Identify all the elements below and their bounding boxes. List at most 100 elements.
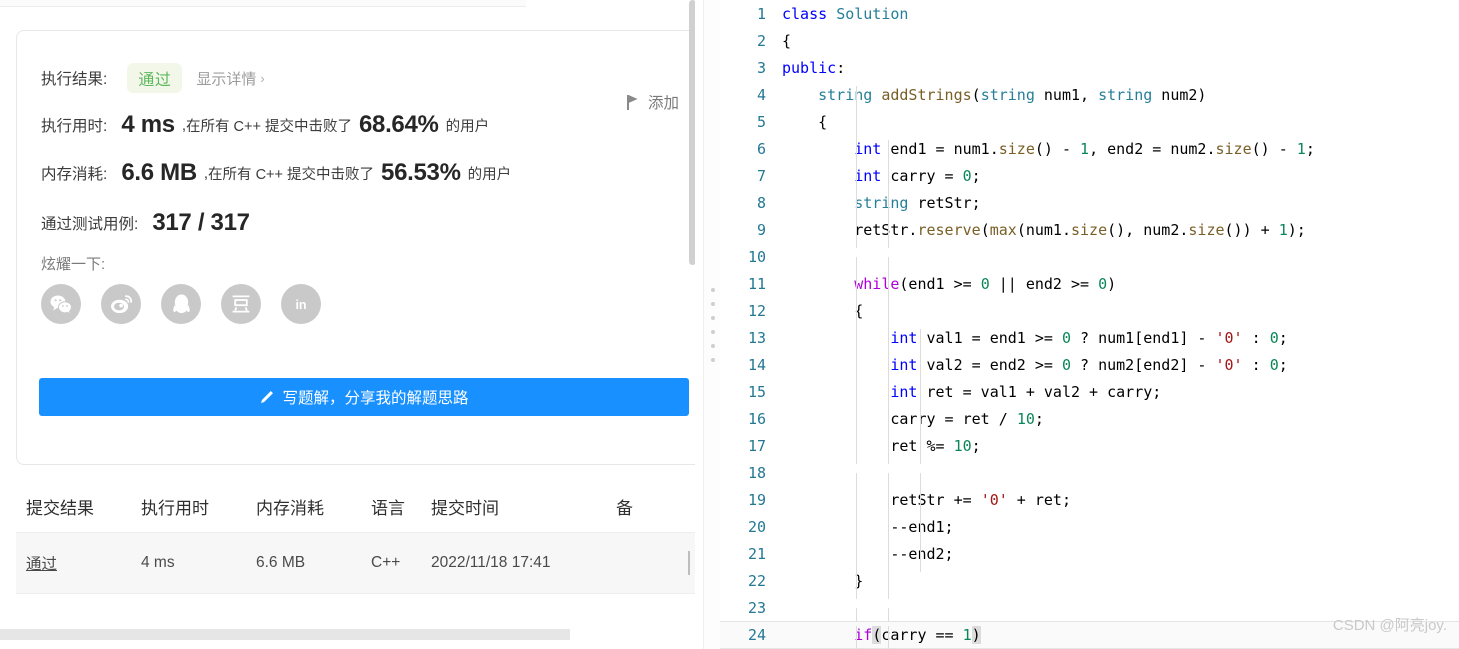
code-text[interactable]: string addStrings(string num1, string nu… xyxy=(782,85,1459,113)
code-token: (num1. xyxy=(1016,220,1071,239)
code-text[interactable]: int carry = 0; xyxy=(782,166,1459,194)
result-panel: 执行结果: 通过 显示详情 › 添加 执行用时: 4 ms , 在所有 C++ … xyxy=(0,0,695,649)
drag-dot xyxy=(710,301,715,306)
code-token: : xyxy=(1242,355,1270,374)
linkedin-icon[interactable]: in xyxy=(281,284,321,324)
code-line[interactable]: 13 int val1 = end1 >= 0 ? num1[end1] - '… xyxy=(720,324,1459,356)
line-number: 15 xyxy=(747,382,766,401)
code-line[interactable]: 1 class Solution xyxy=(720,0,1459,27)
code-token: 10 xyxy=(1016,409,1035,428)
code-text[interactable]: --end2; xyxy=(782,544,1459,572)
code-token: while xyxy=(854,274,900,293)
code-token: : xyxy=(1242,328,1270,347)
code-text[interactable]: { xyxy=(782,301,1459,329)
line-number: 19 xyxy=(747,490,766,509)
code-text[interactable]: string retStr; xyxy=(782,193,1459,221)
line-number: 21 xyxy=(747,544,766,563)
code-token: (), num2. xyxy=(1107,220,1189,239)
cell-time: 2022/11/18 17:41 xyxy=(431,554,551,571)
table-row[interactable]: 通过 4 ms 6.6 MB C++ 2022/11/18 17:41 xyxy=(16,532,695,594)
code-line[interactable]: 6 int end1 = num1.size() - 1, end2 = num… xyxy=(720,135,1459,167)
code-line[interactable]: 14 int val2 = end2 >= 0 ? num2[end2] - '… xyxy=(720,351,1459,383)
testcases-row: 通过测试用例: 317 / 317 xyxy=(41,209,250,237)
flag-icon xyxy=(627,94,640,110)
code-text[interactable]: --end1; xyxy=(782,517,1459,545)
code-editor[interactable]: 1 class Solution 2{3 public: 4 string addStr… xyxy=(720,0,1459,649)
chevron-right-icon[interactable]: › xyxy=(260,71,264,86)
code-text[interactable]: while(end1 >= 0 || end2 >= 0) xyxy=(782,274,1459,302)
svg-text:in: in xyxy=(295,298,306,312)
code-token: (end1 >= xyxy=(899,274,981,293)
code-token: int xyxy=(854,139,882,158)
cell-result[interactable]: 通过 xyxy=(26,552,141,574)
indent-guide xyxy=(856,626,857,649)
code-line[interactable]: 18 xyxy=(720,459,1459,500)
line-number: 14 xyxy=(747,355,766,374)
code-text[interactable]: int val1 = end1 >= 0 ? num1[end1] - '0' … xyxy=(782,328,1459,356)
code-line[interactable]: 9 retStr.reserve(max(num1.size(), num2.s… xyxy=(720,216,1459,248)
runtime-value: 4 ms xyxy=(121,111,175,138)
leetcode-submission-page: 执行结果: 通过 显示详情 › 添加 执行用时: 4 ms , 在所有 C++ … xyxy=(0,0,1459,649)
write-solution-button[interactable]: 写题解，分享我的解题思路 xyxy=(39,378,689,416)
line-number: 6 xyxy=(756,139,766,158)
line-number: 9 xyxy=(756,220,766,239)
runtime-label: 执行用时: xyxy=(41,118,108,135)
testcases-label: 通过测试用例: xyxy=(41,216,139,233)
code-token: ); xyxy=(1287,220,1306,239)
code-line[interactable]: 3 public: xyxy=(720,54,1459,81)
code-text[interactable]: public: xyxy=(782,59,1459,77)
share-icon-group: in xyxy=(41,284,321,324)
indent-guide xyxy=(888,626,889,649)
qq-icon[interactable] xyxy=(161,284,201,324)
weibo-icon[interactable] xyxy=(101,284,141,324)
code-lines-container[interactable]: 1 class Solution 2{3 public: 4 string addStr… xyxy=(720,0,1459,649)
code-line[interactable]: 21 --end2; xyxy=(720,540,1459,572)
code-line[interactable]: 7 int carry = 0; xyxy=(720,162,1459,194)
code-text[interactable]: retStr.reserve(max(num1.size(), num2.siz… xyxy=(782,220,1459,248)
column-header-runtime: 执行用时 xyxy=(141,498,209,518)
code-text[interactable]: carry = ret / 10; xyxy=(782,409,1459,437)
code-line[interactable]: 8 string retStr; xyxy=(720,189,1459,221)
code-text[interactable]: int ret = val1 + val2 + carry; xyxy=(782,382,1459,410)
show-detail-link[interactable]: 显示详情 xyxy=(196,68,256,89)
wechat-icon[interactable] xyxy=(41,284,81,324)
left-panel-horizontal-scrollbar[interactable] xyxy=(0,629,570,640)
code-token: '0' xyxy=(1215,328,1243,347)
code-line[interactable]: 16 carry = ret / 10; xyxy=(720,405,1459,437)
code-text[interactable]: { xyxy=(782,112,1459,140)
code-text[interactable]: int end1 = num1.size() - 1, end2 = num2.… xyxy=(782,139,1459,167)
code-token: : xyxy=(836,58,846,77)
code-token: () - xyxy=(1251,139,1297,158)
code-text[interactable]: ret %= 10; xyxy=(782,436,1459,464)
code-text[interactable]: } xyxy=(782,571,1459,599)
memory-beat-prefix: 在所有 C++ 提交中击败了 xyxy=(208,166,375,183)
code-text[interactable]: int val2 = end2 >= 0 ? num2[end2] - '0' … xyxy=(782,355,1459,383)
code-line[interactable]: 20 --end1; xyxy=(720,513,1459,545)
code-line[interactable]: 2{ xyxy=(720,27,1459,54)
code-line[interactable]: 15 int ret = val1 + val2 + carry; xyxy=(720,378,1459,410)
code-token: ; xyxy=(1278,355,1288,374)
left-panel-vertical-scrollbar[interactable] xyxy=(689,0,695,265)
code-token: 0 xyxy=(1061,355,1071,374)
code-line[interactable]: 19 retStr += '0' + ret; xyxy=(720,486,1459,518)
submissions-table: 提交结果 执行用时 内存消耗 语言 提交时间 备 通过 4 ms 6.6 MB … xyxy=(16,480,695,594)
code-line[interactable]: 22 } xyxy=(720,567,1459,599)
panel-top-edge xyxy=(0,0,526,7)
add-note-button[interactable]: 添加 xyxy=(627,91,679,113)
code-token: val1 = end1 >= xyxy=(917,328,1062,347)
code-token: size xyxy=(1215,139,1252,158)
code-token: size xyxy=(1188,220,1225,239)
code-text[interactable]: { xyxy=(782,32,1459,50)
code-token: retStr += xyxy=(782,490,981,509)
douban-icon[interactable] xyxy=(221,284,261,324)
code-line[interactable]: 5 { xyxy=(720,108,1459,140)
submissions-table-header: 提交结果 执行用时 内存消耗 语言 提交时间 备 xyxy=(16,480,695,532)
code-line[interactable]: 17 ret %= 10; xyxy=(720,432,1459,464)
code-line[interactable]: 4 string addStrings(string num1, string … xyxy=(720,81,1459,113)
code-text[interactable]: retStr += '0' + ret; xyxy=(782,490,1459,518)
code-line[interactable]: 11 while(end1 >= 0 || end2 >= 0) xyxy=(720,270,1459,302)
code-line[interactable]: 12 { xyxy=(720,297,1459,329)
code-line[interactable]: 10 xyxy=(720,243,1459,284)
code-text[interactable]: class Solution xyxy=(782,5,1459,23)
code-token: end1 = num1. xyxy=(881,139,999,158)
